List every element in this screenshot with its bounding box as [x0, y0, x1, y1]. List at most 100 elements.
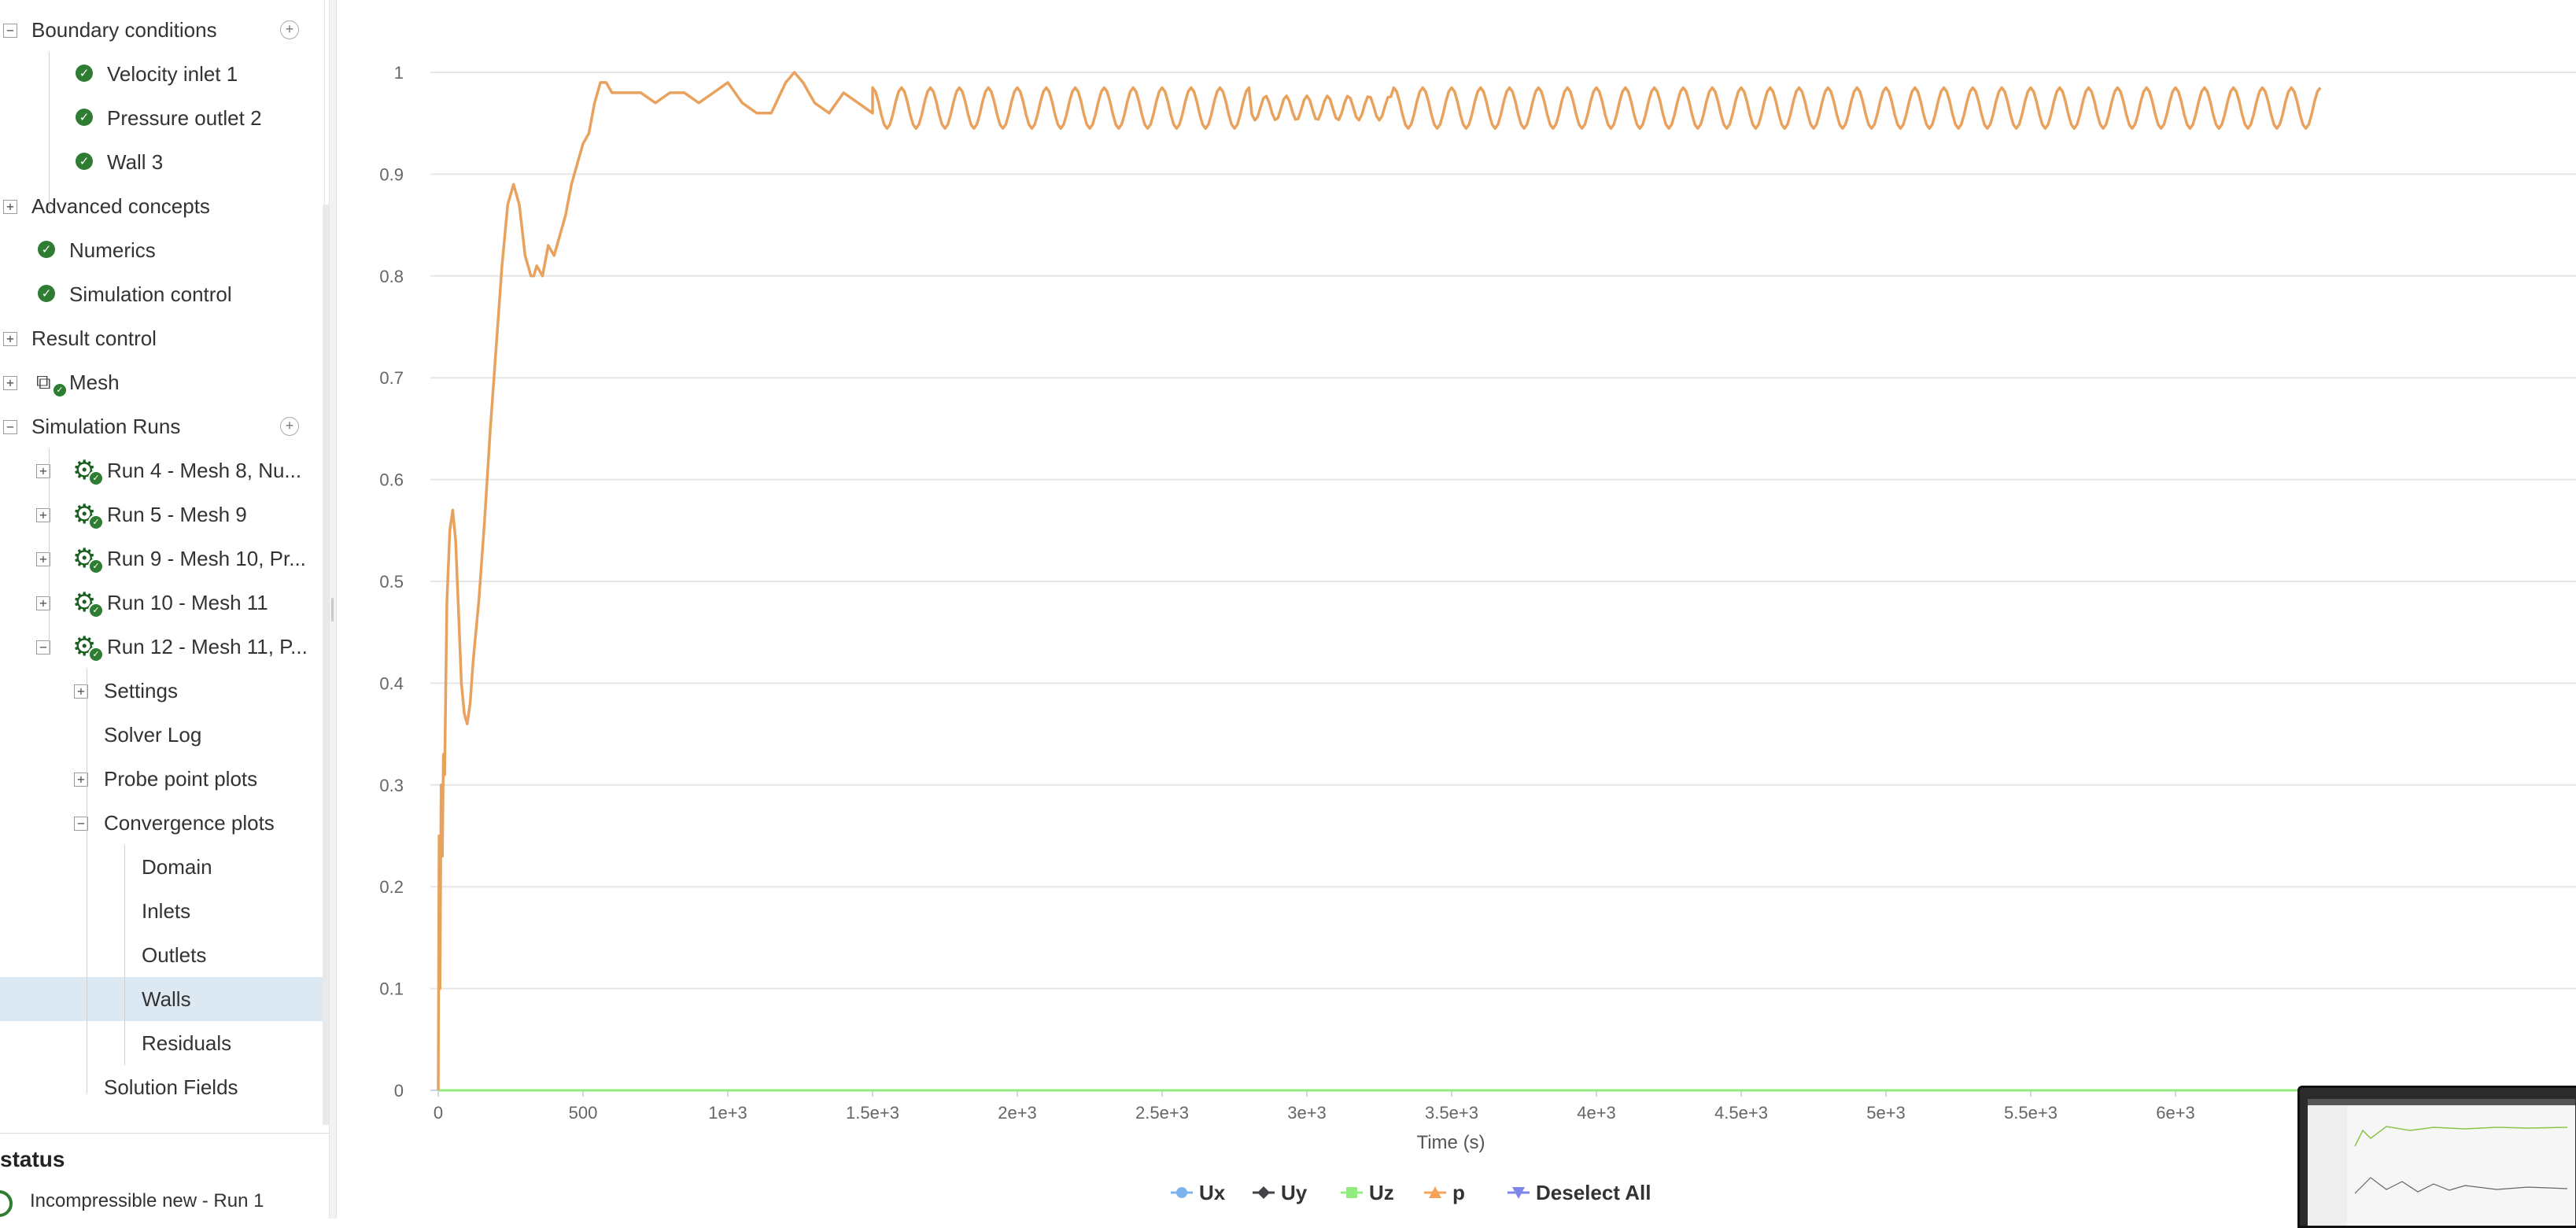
tree-item-label: Run 4 - Mesh 8, Nu...	[107, 459, 302, 482]
x-tick-label: 2.5e+3	[1135, 1103, 1189, 1123]
y-tick-label: 0.2	[379, 877, 404, 897]
x-tick-label: 3e+3	[1287, 1103, 1327, 1123]
status-item-label: Incompressible new - Run 1	[30, 1190, 264, 1211]
y-tick-label: 0.4	[379, 673, 404, 693]
gear-icon: ⚙ ✓	[72, 632, 104, 662]
check-icon: ✓	[76, 65, 93, 82]
splitter-grip[interactable]	[331, 598, 334, 621]
legend-item-uz[interactable]: Uz	[1369, 1181, 1394, 1204]
tree-item-label: Solver Log	[104, 723, 202, 747]
collapse-icon[interactable]: −	[3, 24, 17, 38]
y-tick-label: 0.7	[379, 368, 404, 388]
tree-connector-line	[124, 845, 125, 1065]
x-tick-label: 5.5e+3	[2004, 1103, 2057, 1123]
x-tick-label: 1e+3	[708, 1103, 747, 1123]
screen-preview-thumbnail[interactable]	[2297, 1086, 2576, 1228]
tree-item-solver-log[interactable]: Solver Log	[0, 713, 323, 757]
tree-item-residuals[interactable]: Residuals	[0, 1021, 323, 1065]
tree-item-label: Settings	[104, 679, 178, 703]
convergence-chart: 0 0.1 0.2 0.3 0.4 0.5 0.6 0.7 0.8 0.9 1 0 500 1e+3 1.5…	[335, 0, 2576, 1219]
y-tick-label: 0.9	[379, 164, 404, 184]
tree-item-label: Residuals	[142, 1031, 232, 1055]
check-badge-icon: ✓	[88, 603, 104, 618]
tree-item-label: Mesh	[69, 371, 120, 394]
tree-item-label: Boundary conditions	[31, 18, 217, 42]
legend-item-deselect-all[interactable]: Deselect All	[1536, 1181, 1651, 1204]
expand-icon[interactable]: +	[3, 200, 17, 214]
tree-item-label: Convergence plots	[104, 811, 275, 835]
thumbnail-chart-icon	[2308, 1099, 2575, 1226]
add-icon[interactable]: +	[280, 417, 299, 436]
check-badge-icon: ✓	[88, 559, 104, 574]
tree-item-boundary-conditions[interactable]: − Boundary conditions +	[0, 8, 323, 52]
tree-item-label: Result control	[31, 326, 157, 350]
sidebar-scrollbar[interactable]	[323, 205, 329, 1125]
y-tick-label: 0.5	[379, 572, 404, 592]
tree-item-inlets[interactable]: Inlets	[0, 889, 323, 933]
chart-canvas: 0 0.1 0.2 0.3 0.4 0.5 0.6 0.7 0.8 0.9 1 0 500 1e+3 1.5…	[379, 63, 2576, 1204]
legend-marker	[1346, 1187, 1357, 1198]
tree-item-label: Probe point plots	[104, 767, 258, 791]
mesh-icon: ⧉ ✓	[36, 368, 68, 398]
tree-item-simulation-control[interactable]: ✓ Simulation control	[0, 272, 323, 316]
tree-item-label: Domain	[142, 855, 212, 879]
expand-icon[interactable]: +	[3, 376, 17, 390]
tree-item-simulation-runs[interactable]: − Simulation Runs +	[0, 404, 323, 448]
tree-item-mesh[interactable]: + ⧉ ✓ Mesh	[0, 360, 323, 404]
gear-icon: ⚙ ✓	[72, 500, 104, 530]
add-icon[interactable]: +	[280, 20, 299, 39]
tree-item-numerics[interactable]: ✓ Numerics	[0, 228, 323, 272]
tree-item-probe-point-plots[interactable]: + Probe point plots	[0, 757, 323, 801]
tree-item-label: Wall 3	[107, 150, 164, 174]
check-badge-icon: ✓	[52, 382, 68, 398]
legend-marker	[1176, 1187, 1187, 1198]
tree-item-label: Outlets	[142, 943, 207, 967]
tree-item-domain[interactable]: Domain	[0, 845, 323, 889]
x-axis-title: Time (s)	[1416, 1132, 1485, 1153]
legend-item-p[interactable]: p	[1452, 1181, 1465, 1204]
tree-item-label: Advanced concepts	[31, 194, 210, 218]
x-tick-label: 500	[569, 1103, 598, 1123]
progress-ring-icon	[0, 1190, 13, 1217]
x-tick-label: 0	[434, 1103, 443, 1123]
legend-item-uy[interactable]: Uy	[1281, 1181, 1308, 1204]
tree-connector-line	[49, 52, 50, 209]
gear-icon: ⚙ ✓	[72, 544, 104, 574]
x-tick-label: 4.5e+3	[1714, 1103, 1768, 1123]
x-tick-label: 3.5e+3	[1425, 1103, 1478, 1123]
collapse-icon[interactable]: −	[3, 420, 17, 434]
tree-item-label: Run 5 - Mesh 9	[107, 503, 247, 526]
check-badge-icon: ✓	[88, 647, 104, 662]
status-title: status	[0, 1147, 65, 1171]
x-tick-label: 4e+3	[1577, 1103, 1616, 1123]
tree-item-label: Solution Fields	[104, 1075, 238, 1099]
status-panel-title: status	[0, 1133, 329, 1181]
y-tick-label: 0.1	[379, 979, 404, 999]
status-item[interactable]: Incompressible new - Run 1	[0, 1184, 329, 1219]
tree-item-settings[interactable]: + Settings	[0, 669, 323, 713]
tree-item-label: Pressure outlet 2	[107, 106, 262, 130]
tree-item-walls[interactable]: Walls	[0, 977, 323, 1021]
tree-item-result-control[interactable]: + Result control	[0, 316, 323, 360]
tree-item-label: Numerics	[69, 238, 156, 262]
gear-icon: ⚙ ✓	[72, 588, 104, 618]
check-icon: ✓	[38, 241, 55, 258]
legend-item-ux[interactable]: Ux	[1199, 1181, 1226, 1204]
expand-icon[interactable]: +	[3, 332, 17, 346]
check-icon: ✓	[76, 153, 93, 170]
y-tick-label: 0	[394, 1081, 404, 1101]
tree-item-label: Walls	[142, 987, 191, 1011]
tree-item-convergence-plots[interactable]: − Convergence plots	[0, 801, 323, 845]
tree-item-label: Simulation control	[69, 282, 232, 306]
x-tick-label: 2e+3	[998, 1103, 1037, 1123]
y-tick-label: 0.8	[379, 267, 404, 286]
tree-item-outlets[interactable]: Outlets	[0, 933, 323, 977]
x-tick-label: 5e+3	[1866, 1103, 1906, 1123]
tree-connector-line	[49, 448, 50, 653]
legend-marker	[1257, 1186, 1270, 1199]
x-tick-label: 6e+3	[2156, 1103, 2195, 1123]
check-icon: ✓	[38, 285, 55, 302]
x-tick-label: 1.5e+3	[846, 1103, 899, 1123]
tree-item-solution-fields[interactable]: Solution Fields	[0, 1065, 323, 1109]
tree-item-label: Run 10 - Mesh 11	[107, 591, 268, 614]
